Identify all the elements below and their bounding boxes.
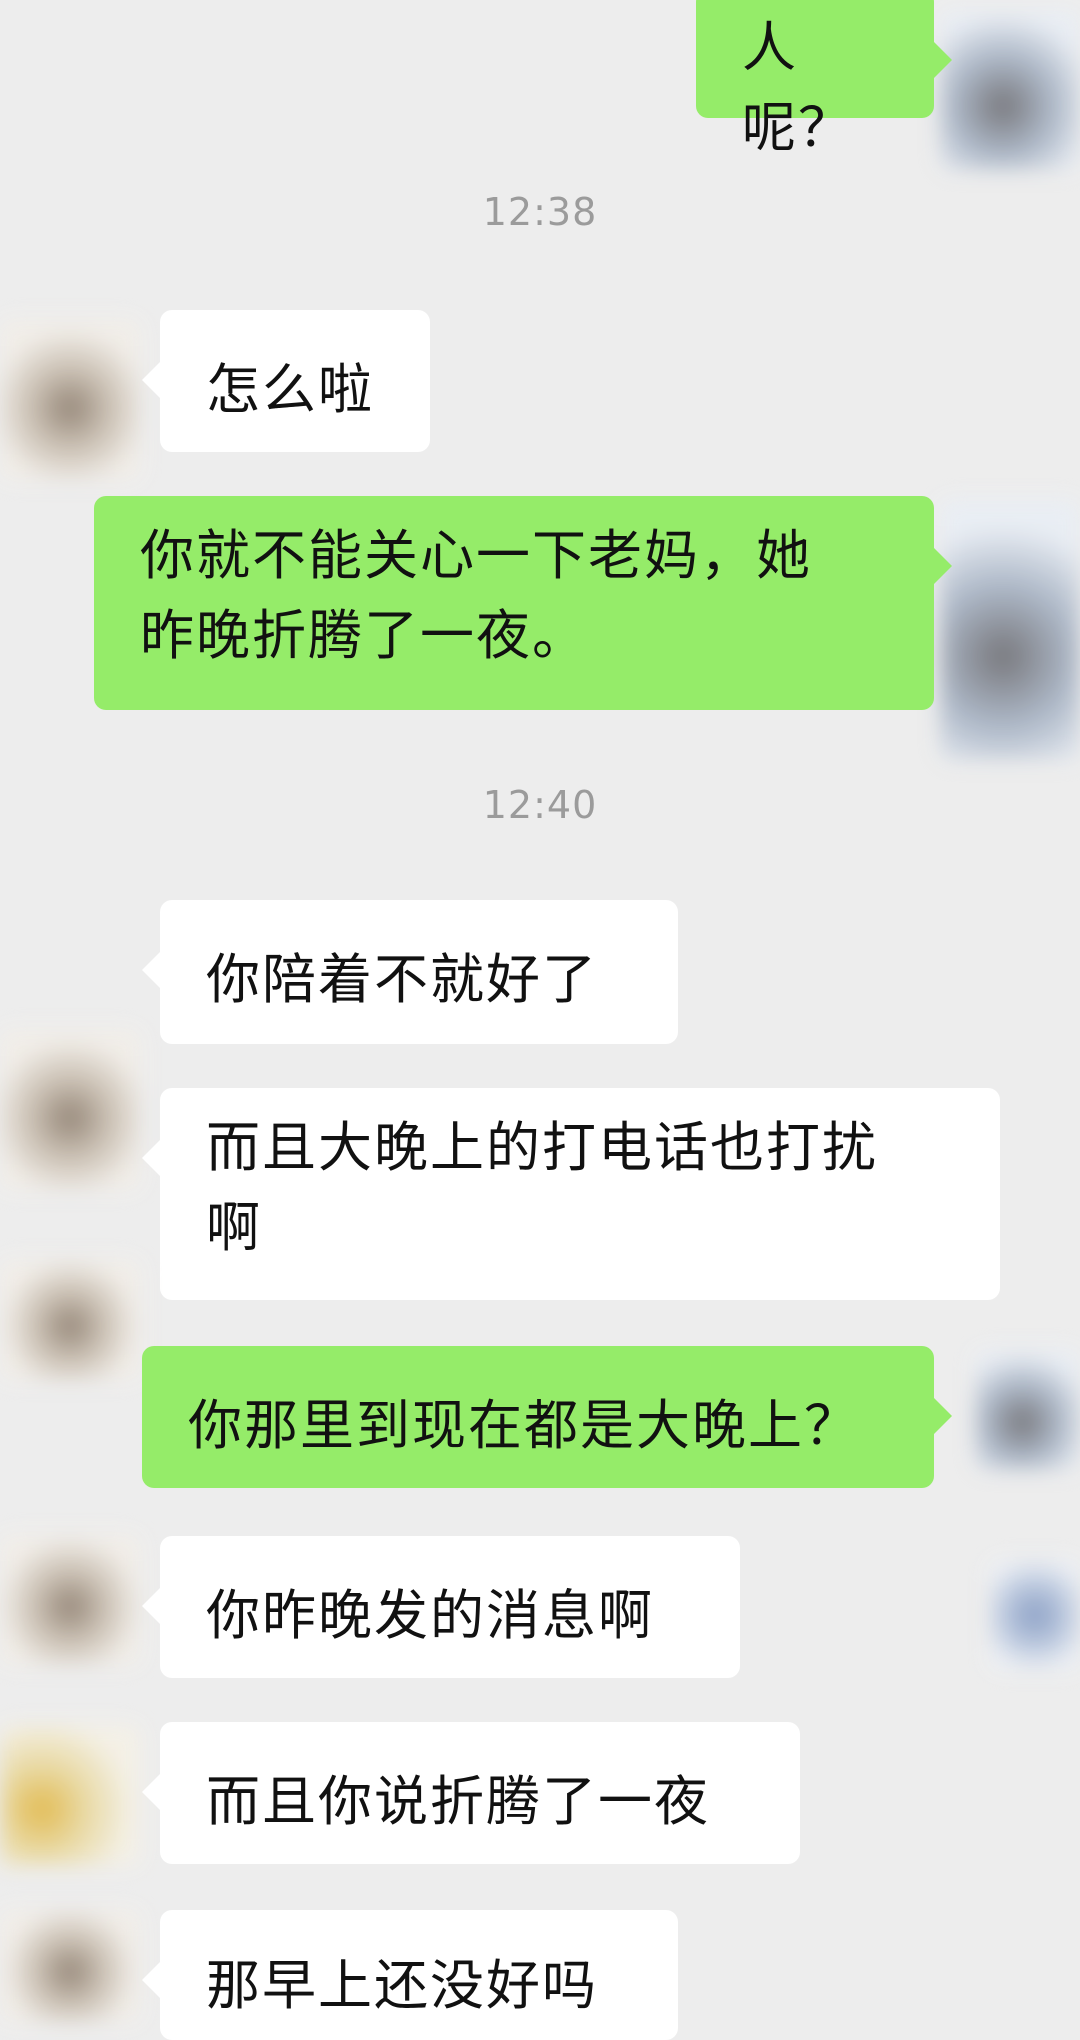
my-avatar[interactable] [940, 500, 1080, 760]
message-text-line: 啊 [206, 1196, 262, 1259]
contact-avatar[interactable] [0, 1030, 140, 1190]
message-text: 人呢？ [742, 16, 854, 159]
contact-avatar[interactable] [0, 320, 140, 480]
message-text-line: 而且大晚上的打电话也打扰 [206, 1116, 878, 1179]
message-text: 那早上还没好吗 [206, 1954, 598, 2017]
message-text-line: 昨晚折腾了一夜。 [140, 604, 588, 667]
message-bubble-incoming[interactable]: 那早上还没好吗 [142, 1910, 678, 2040]
message-text-line: 你就不能关心一下老妈，她 [140, 524, 812, 587]
message-bubble-incoming[interactable]: 怎么啦 [142, 310, 430, 452]
chat-view[interactable]: 人呢？ 12:38 怎么啦 你就不能关心一下老妈，她 昨晚折腾了一夜。 12:4… [0, 0, 1080, 2040]
message-bubble-incoming[interactable]: 而且你说折腾了一夜 [142, 1722, 800, 1864]
message-text: 你陪着不就好了 [206, 948, 598, 1011]
message-bubble-incoming[interactable]: 你陪着不就好了 [142, 900, 678, 1044]
message-text: 而且你说折腾了一夜 [206, 1770, 710, 1833]
my-avatar[interactable] [990, 1560, 1080, 1670]
message-text: 怎么啦 [206, 358, 374, 421]
my-avatar[interactable] [940, 10, 1080, 170]
contact-avatar[interactable] [0, 1260, 140, 1380]
message-text: 你昨晚发的消息啊 [206, 1584, 654, 1647]
message-bubble-outgoing[interactable]: 你就不能关心一下老妈，她 昨晚折腾了一夜。 [94, 496, 952, 710]
contact-avatar[interactable] [0, 1535, 140, 1665]
timestamp: 12:40 [482, 783, 598, 827]
message-bubble-incoming[interactable]: 而且大晚上的打电话也打扰 啊 [142, 1088, 1000, 1300]
message-bubble-incoming[interactable]: 你昨晚发的消息啊 [142, 1536, 740, 1678]
my-avatar[interactable] [975, 1350, 1080, 1470]
message-text: 你那里到现在都是大晚上？ [188, 1394, 860, 1457]
message-bubble-outgoing[interactable]: 人呢？ [696, 0, 952, 159]
contact-avatar[interactable] [0, 1910, 140, 2022]
contact-avatar[interactable] [0, 1725, 140, 1865]
timestamp: 12:38 [482, 190, 598, 234]
message-bubble-outgoing[interactable]: 你那里到现在都是大晚上？ [142, 1346, 952, 1488]
